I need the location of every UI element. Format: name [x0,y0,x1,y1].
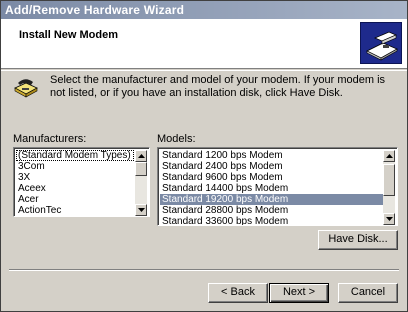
back-button[interactable]: < Back [208,283,268,303]
wizard-header: Install New Modem [1,19,407,69]
list-item[interactable]: 3X [16,172,134,183]
models-scrollbar[interactable] [383,150,395,225]
manufacturers-list[interactable]: (Standard Modem Types) 3Com 3X Aceex Acer Act… [13,147,150,217]
scroll-thumb[interactable] [135,162,147,176]
header-divider [1,70,407,71]
arrow-down-icon [138,208,145,212]
scroll-thumb[interactable] [383,164,395,196]
models-list[interactable]: Standard 1200 bps Modem Standard 2400 bps… [157,147,398,226]
models-label: Models: [157,133,196,145]
scroll-up-button[interactable] [135,150,147,162]
instruction-text: Select the manufacturer and model of you… [50,74,386,99]
list-item[interactable]: Standard 2400 bps Modem [160,161,383,172]
list-item[interactable]: Aceex [16,183,134,194]
window-title: Add/Remove Hardware Wizard [5,3,185,17]
next-button[interactable]: Next > [269,283,329,303]
scroll-down-button[interactable] [383,213,395,225]
list-item[interactable]: (Standard Modem Types) [16,150,134,161]
footer-divider-highlight [9,270,399,271]
page-title: Install New Modem [19,29,119,41]
list-item[interactable]: Acer [16,194,134,205]
scroll-up-button[interactable] [383,150,395,162]
arrow-down-icon [386,217,393,221]
arrow-up-icon [138,154,145,158]
modem-icon [13,75,39,99]
list-item[interactable]: Standard 1200 bps Modem [160,150,383,161]
list-item[interactable]: Standard 19200 bps Modem [160,194,383,205]
title-bar[interactable]: Add/Remove Hardware Wizard [1,1,407,19]
cancel-button[interactable]: Cancel [338,283,398,303]
list-item[interactable]: Standard 9600 bps Modem [160,172,383,183]
list-item[interactable]: Standard 28800 bps Modem [160,205,383,216]
arrow-up-icon [386,154,393,158]
list-item[interactable]: Standard 33600 bps Modem [160,216,383,225]
manufacturers-scrollbar[interactable] [135,150,147,216]
list-item[interactable]: ActionTec [16,205,134,216]
scroll-down-button[interactable] [135,204,147,216]
list-item[interactable]: 3Com [16,161,134,172]
wizard-window: Add/Remove Hardware Wizard Install New M… [0,0,408,312]
have-disk-button[interactable]: Have Disk... [318,230,398,250]
manufacturers-label: Manufacturers: [13,133,87,145]
modem-card-icon [360,22,402,64]
list-item[interactable]: Standard 14400 bps Modem [160,183,383,194]
